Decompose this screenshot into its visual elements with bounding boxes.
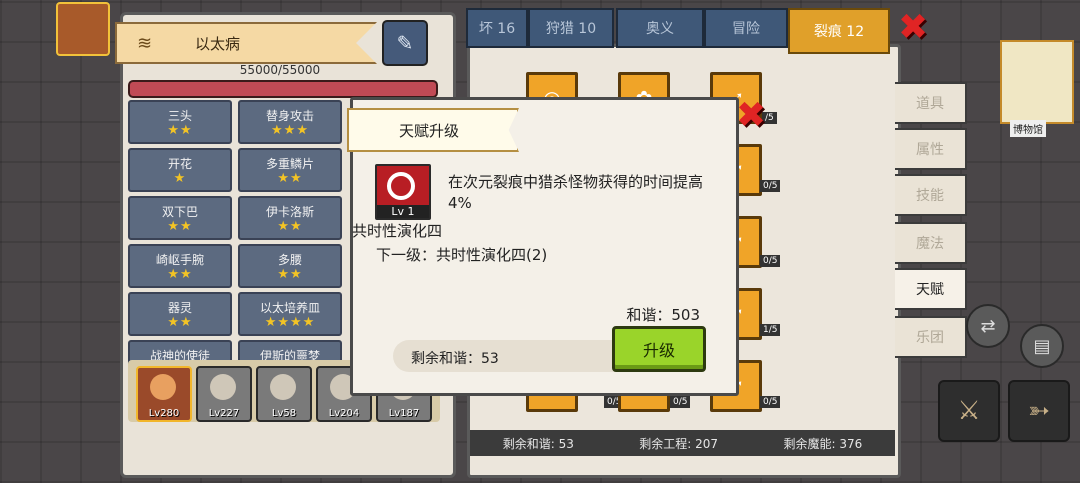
skill-cell[interactable]: 伊卡洛斯 ★★ xyxy=(238,196,342,240)
next-level-text: 下一级：共时性演化四(2) xyxy=(376,246,548,264)
skill-name: 多腰 xyxy=(277,252,302,267)
close-dialog-icon[interactable]: ✖ xyxy=(736,98,766,134)
character-name: 以太病 xyxy=(195,34,241,53)
side-tab-attributes[interactable]: 属性 xyxy=(895,128,967,170)
node-count: 0/5 xyxy=(760,396,781,408)
character-name-ribbon: ≋ 以太病 xyxy=(115,22,377,64)
sword-icon: ⚔ xyxy=(957,396,981,426)
close-panel-icon[interactable]: ✖ xyxy=(898,10,928,46)
upgrade-cost: 和谐：503 xyxy=(626,306,700,324)
skill-name: 以太培养皿 xyxy=(259,300,320,315)
hero-level: Lv280 xyxy=(148,408,180,419)
hero-level: Lv204 xyxy=(328,408,360,419)
skill-stars: ★ xyxy=(173,170,187,186)
skill-stars: ★★★ xyxy=(271,122,309,138)
skill-stars: ★★ xyxy=(277,218,303,234)
skill-name: 双下巴 xyxy=(161,204,198,219)
node-count: 0/5 xyxy=(760,180,781,192)
book-button[interactable]: ▤ xyxy=(1020,324,1064,368)
skill-name: 替身攻击 xyxy=(265,108,314,123)
side-tab-talent[interactable]: 天赋 xyxy=(895,268,967,310)
skill-stars: ★★★★ xyxy=(264,314,316,330)
hp-bar xyxy=(128,80,438,98)
talent-icon: Lv 1 xyxy=(375,164,431,220)
hero-slot[interactable]: Lv58 xyxy=(256,366,312,422)
node-count: 0/5 xyxy=(760,255,781,267)
skill-stars: ★★ xyxy=(167,122,193,138)
map-label: 博物馆 xyxy=(1010,120,1046,137)
talent-icon-level: Lv 1 xyxy=(377,205,429,218)
skill-name: 伊卡洛斯 xyxy=(265,204,314,219)
wind-icon: ≋ xyxy=(137,32,153,54)
skill-name: 器灵 xyxy=(167,300,192,315)
tab-adventure[interactable]: 冒险 xyxy=(704,8,788,48)
book-icon: ▤ xyxy=(1033,335,1051,357)
hero-slot[interactable]: Lv280 xyxy=(136,366,192,422)
remaining-engineering: 剩余工程: 207 xyxy=(639,436,719,451)
skill-grid: 三头 ★★ 替身攻击 ★★★ 开花 ★ 多重鳞片 ★★ 双下巴 ★★ 伊卡洛斯 ★★ 崎岖手… xyxy=(128,100,350,384)
dialog-title: 天赋升级 xyxy=(399,121,460,140)
tab-rift[interactable]: 裂痕 12 xyxy=(788,8,890,54)
side-tab-magic[interactable]: 魔法 xyxy=(895,222,967,264)
side-tab-band[interactable]: 乐团 xyxy=(895,316,967,358)
skill-cell[interactable]: 开花 ★ xyxy=(128,148,232,192)
skill-cell[interactable]: 多腰 ★★ xyxy=(238,244,342,288)
hero-level: Lv227 xyxy=(208,408,240,419)
talent-description: 在次元裂痕中猎杀怪物获得的时间提高4% xyxy=(448,173,704,212)
hero-slot[interactable]: Lv227 xyxy=(196,366,252,422)
skill-stars: ★★ xyxy=(167,314,193,330)
bow-icon: ➳ xyxy=(1028,396,1050,426)
player-avatar[interactable] xyxy=(56,2,110,56)
talent-name: 共时性演化四 xyxy=(352,222,443,240)
node-count: 0/5 xyxy=(670,396,691,408)
hero-portrait xyxy=(210,374,236,400)
skill-cell[interactable]: 以太培养皿 ★★★★ xyxy=(238,292,342,336)
skill-cell[interactable]: 双下巴 ★★ xyxy=(128,196,232,240)
skill-stars: ★★ xyxy=(167,266,193,282)
hero-portrait xyxy=(270,374,296,400)
skill-cell[interactable]: 多重鳞片 ★★ xyxy=(238,148,342,192)
skill-stars: ★★ xyxy=(277,266,303,282)
skill-name: 开花 xyxy=(167,156,192,171)
tab-secret[interactable]: 奥义 xyxy=(616,8,704,48)
skill-cell[interactable]: 崎岖手腕 ★★ xyxy=(128,244,232,288)
skill-stars: ★★ xyxy=(167,218,193,234)
hero-portrait xyxy=(150,374,176,400)
edit-skills-button[interactable]: ✎ xyxy=(382,20,428,66)
swap-icon: ⇄ xyxy=(980,315,996,337)
skill-stars: ★★ xyxy=(277,170,303,186)
node-count: 1/5 xyxy=(760,324,781,336)
upgrade-button[interactable]: 升级 xyxy=(612,326,706,372)
hero-level: Lv58 xyxy=(271,408,297,419)
skill-name: 多重鳞片 xyxy=(265,156,314,171)
chain-link-icon xyxy=(387,172,415,200)
sword-skill-button[interactable]: ⚔ xyxy=(938,380,1000,442)
hp-text: 55000/55000 xyxy=(239,63,321,77)
resource-footer: 剩余和谐: 53 剩余工程: 207 剩余魔能: 376 xyxy=(470,430,895,456)
remaining-harmony: 剩余和谐: 53 xyxy=(502,436,574,451)
side-tab-skills[interactable]: 技能 xyxy=(895,174,967,216)
tab-bad[interactable]: 坏 16 xyxy=(466,8,528,48)
swap-button[interactable]: ⇄ xyxy=(966,304,1010,348)
skill-cell[interactable]: 替身攻击 ★★★ xyxy=(238,100,342,144)
skill-name: 三头 xyxy=(167,108,192,123)
map-tile xyxy=(1000,40,1074,124)
bow-skill-button[interactable]: ➳ xyxy=(1008,380,1070,442)
remaining-harmony-text: 剩余和谐：53 xyxy=(411,351,499,367)
syringe-icon: ✎ xyxy=(396,31,414,55)
side-tab-items[interactable]: 道具 xyxy=(895,82,967,124)
skill-cell[interactable]: 三头 ★★ xyxy=(128,100,232,144)
skill-name: 崎岖手腕 xyxy=(155,252,204,267)
hero-level: Lv187 xyxy=(388,408,420,419)
dialog-title-ribbon: 天赋升级 xyxy=(347,108,519,152)
remaining-magic: 剩余魔能: 376 xyxy=(783,436,863,451)
skill-cell[interactable]: 器灵 ★★ xyxy=(128,292,232,336)
tab-hunt[interactable]: 狩猎 10 xyxy=(528,8,614,48)
